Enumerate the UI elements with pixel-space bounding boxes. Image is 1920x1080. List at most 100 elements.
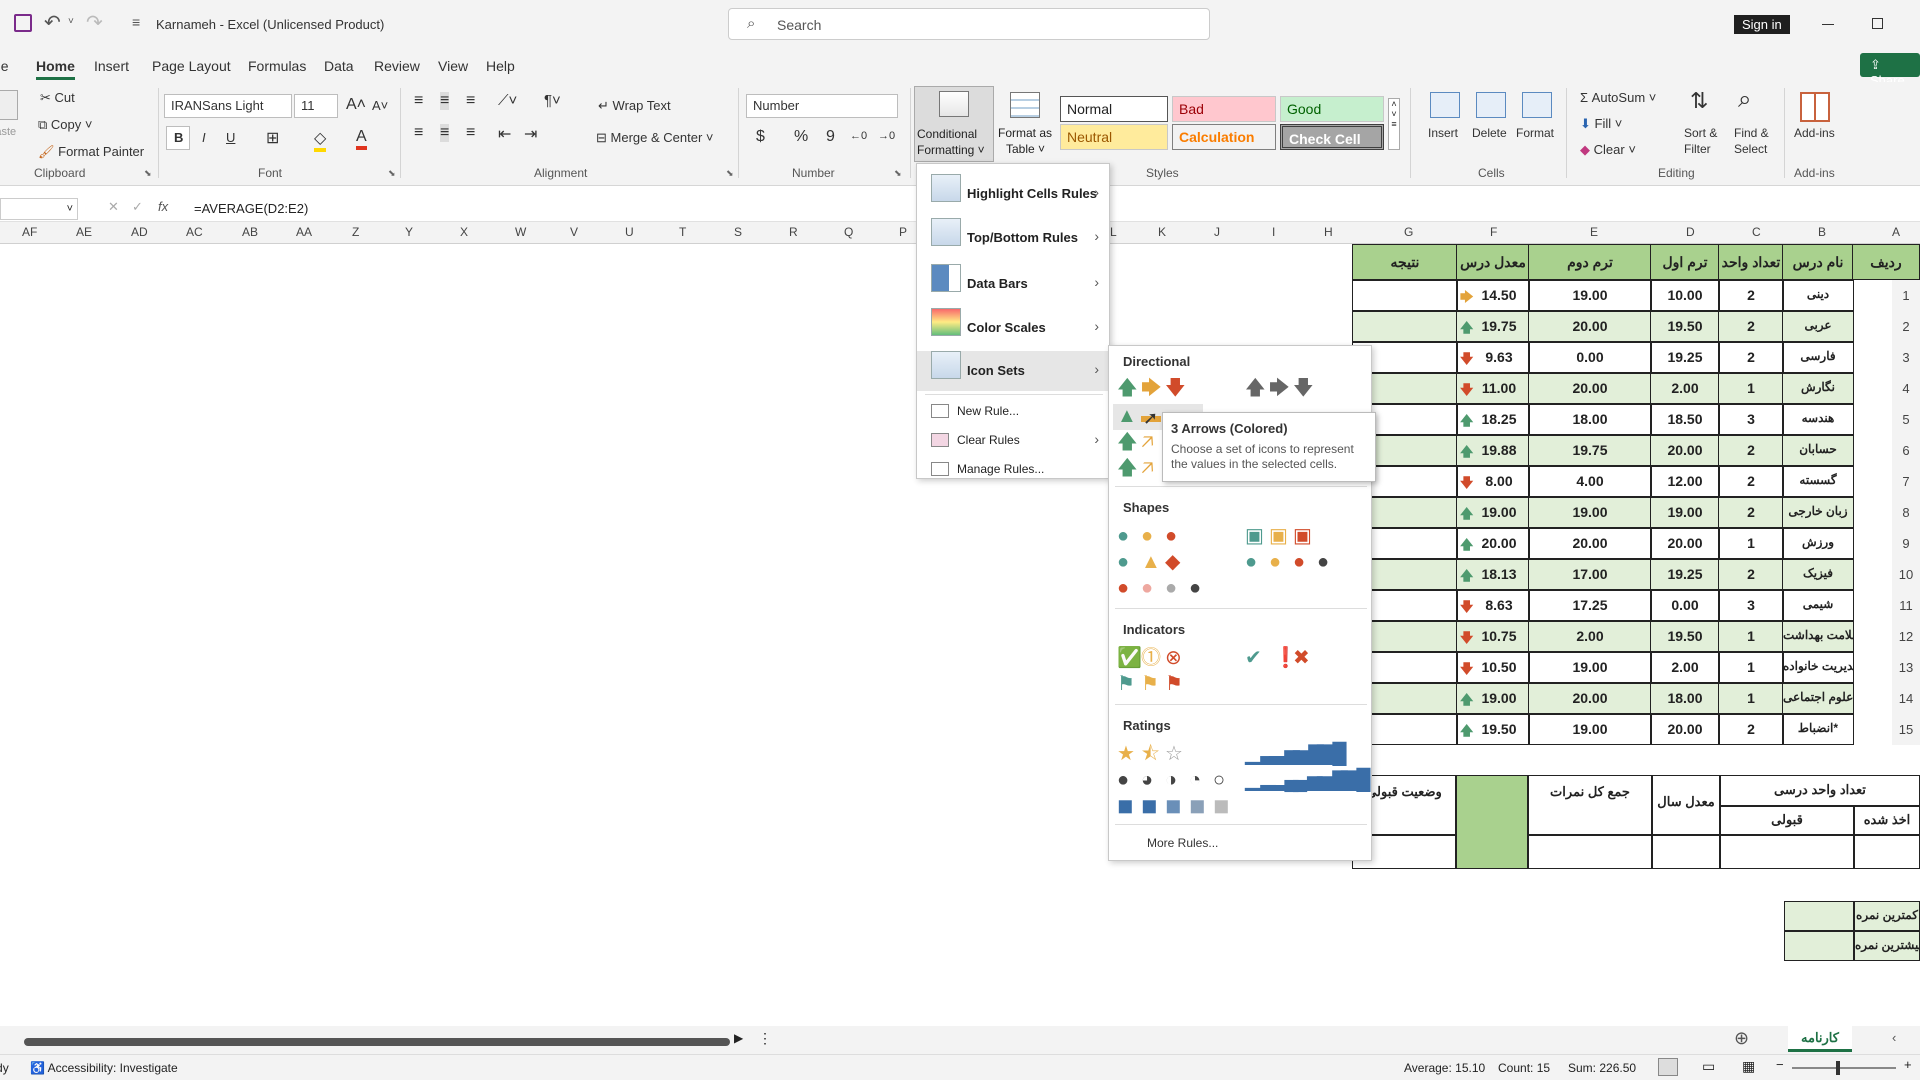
term2-cell[interactable]: 0.00 — [1528, 342, 1652, 373]
undo-icon[interactable]: ↶ — [44, 10, 61, 35]
redo-icon[interactable]: ↷ — [86, 10, 103, 35]
average-cell[interactable]: 🡅 19.75 — [1456, 311, 1530, 342]
term1-cell[interactable]: 19.25 — [1650, 342, 1720, 373]
total-label[interactable]: جمع کل نمرات — [1528, 775, 1652, 835]
column-header[interactable]: L — [1110, 225, 1117, 239]
style-calculation[interactable]: Calculation — [1172, 124, 1276, 150]
result-cell[interactable] — [1352, 280, 1458, 311]
more-rules-link[interactable]: More Rules... — [1147, 836, 1218, 850]
middle-align-icon[interactable]: ≡ — [440, 92, 450, 110]
insert-cells-button[interactable]: Insert — [1428, 126, 1458, 140]
row-number[interactable]: 3 — [1892, 342, 1920, 373]
tab-file[interactable]: File — [0, 58, 9, 74]
units-total-label[interactable]: تعداد واحد درسی — [1720, 775, 1920, 807]
add-sheet-icon[interactable]: ⊕ — [1734, 1028, 1749, 1049]
year-average-label[interactable]: معدل سال — [1652, 775, 1720, 835]
tab-view[interactable]: View — [438, 58, 468, 74]
accepted-value[interactable] — [1720, 835, 1854, 869]
course-name-cell[interactable]: فارسی — [1782, 342, 1854, 373]
average-cell[interactable]: 🡅 18.25 — [1456, 404, 1530, 435]
customize-qat-icon[interactable]: ≡ — [132, 14, 140, 30]
column-header[interactable]: R — [789, 225, 798, 239]
course-name-cell[interactable]: حسابان — [1782, 435, 1854, 466]
average-cell[interactable]: 🡇 11.00 — [1456, 373, 1530, 404]
zoom-out-icon[interactable]: − — [1776, 1057, 1784, 1072]
term2-cell[interactable]: 20.00 — [1528, 373, 1652, 404]
column-header[interactable]: AA — [296, 225, 312, 239]
zoom-in-icon[interactable]: + — [1904, 1057, 1912, 1072]
column-header[interactable]: T — [679, 225, 686, 239]
top-align-icon[interactable]: ≡ — [414, 92, 423, 110]
page-break-view-icon[interactable]: ▦ — [1742, 1058, 1755, 1075]
orientation-icon[interactable]: ⟋˅ — [498, 92, 517, 109]
term2-cell[interactable]: 18.00 — [1528, 404, 1652, 435]
increase-indent-icon[interactable]: ⇥ — [524, 124, 537, 144]
term1-cell[interactable]: 19.50 — [1650, 311, 1720, 342]
format-cells-icon[interactable] — [1522, 92, 1552, 118]
header-d[interactable]: ترم اول — [1650, 244, 1720, 280]
term2-cell[interactable]: 19.00 — [1528, 652, 1652, 683]
sort-filter-label-1[interactable]: Sort & — [1684, 126, 1717, 140]
term2-cell[interactable]: 4.00 — [1528, 466, 1652, 497]
style-neutral[interactable]: Neutral — [1060, 124, 1168, 150]
styles-scroll-icon[interactable]: ˄ ˅ ≡ — [1388, 98, 1400, 150]
column-header[interactable]: P — [899, 225, 907, 239]
column-header[interactable]: G — [1404, 225, 1413, 239]
style-check-cell[interactable]: Check Cell — [1280, 124, 1384, 150]
column-header[interactable]: I — [1272, 225, 1275, 239]
course-name-cell[interactable]: فیزیک — [1782, 559, 1854, 590]
increase-decimal-icon[interactable]: ←0 — [850, 130, 867, 142]
menu-manage-rules[interactable]: Manage Rules... — [917, 456, 1109, 482]
term1-cell[interactable]: 12.00 — [1650, 466, 1720, 497]
min-label[interactable]: کمترین نمره — [1854, 901, 1920, 931]
tab-data[interactable]: Data — [324, 58, 354, 74]
clear-button[interactable]: ◆ Clear ˅ — [1580, 142, 1636, 158]
row-number[interactable]: 2 — [1892, 311, 1920, 342]
conditional-formatting-button[interactable]: Conditional Formatting ˅ — [914, 86, 994, 162]
bold-button[interactable]: B — [166, 126, 190, 150]
column-header[interactable]: Q — [844, 225, 853, 239]
row-number[interactable]: 12 — [1892, 621, 1920, 652]
course-name-cell[interactable]: مدیریت خانواده — [1782, 652, 1854, 683]
column-header[interactable]: AF — [22, 225, 37, 239]
term1-cell[interactable]: 0.00 — [1650, 590, 1720, 621]
header-c[interactable]: تعداد واحد — [1718, 244, 1784, 280]
column-header[interactable]: Y — [405, 225, 413, 239]
term1-cell[interactable]: 19.25 — [1650, 559, 1720, 590]
units-cell[interactable]: 2 — [1718, 435, 1784, 466]
add-ins-icon[interactable] — [1800, 92, 1830, 122]
sheet-tab-karnameh[interactable]: کارنامه — [1788, 1026, 1852, 1052]
font-color-icon[interactable]: A — [356, 128, 367, 150]
term1-cell[interactable]: 2.00 — [1650, 652, 1720, 683]
undo-dropdown-icon[interactable]: ˅ — [68, 16, 74, 27]
term2-cell[interactable]: 2.00 — [1528, 621, 1652, 652]
font-size-dropdown[interactable]: 11 — [294, 94, 338, 118]
align-left-icon[interactable]: ≡ — [414, 124, 423, 142]
course-name-cell[interactable]: گسسته — [1782, 466, 1854, 497]
term1-cell[interactable]: 20.00 — [1650, 714, 1720, 745]
course-name-cell[interactable]: شیمی — [1782, 590, 1854, 621]
taken-label[interactable]: اخذ شده — [1854, 805, 1920, 835]
restore-icon[interactable] — [1872, 18, 1883, 29]
term2-cell[interactable]: 20.00 — [1528, 311, 1652, 342]
count-status[interactable]: Count: 15 — [1498, 1061, 1550, 1075]
units-cell[interactable]: 2 — [1718, 342, 1784, 373]
share-button[interactable]: ⇪ Share — [1860, 53, 1920, 88]
course-name-cell[interactable]: دینی — [1782, 280, 1854, 311]
column-header[interactable]: H — [1324, 225, 1333, 239]
units-cell[interactable]: 1 — [1718, 621, 1784, 652]
units-cell[interactable]: 2 — [1718, 466, 1784, 497]
enter-icon[interactable]: ✓ — [132, 199, 143, 215]
row-number[interactable]: 7 — [1892, 466, 1920, 497]
course-name-cell[interactable]: انضباط* — [1782, 714, 1854, 745]
number-format-dropdown[interactable]: Number — [746, 94, 898, 118]
rtl-icon[interactable]: ¶˅ — [544, 92, 561, 109]
more-options-icon[interactable]: ⋮ — [758, 1030, 772, 1047]
page-layout-view-icon[interactable]: ▭ — [1702, 1058, 1715, 1075]
row-number[interactable]: 15 — [1892, 714, 1920, 745]
merge-center-button[interactable]: ⊟ Merge & Center ˅ — [596, 130, 714, 146]
borders-icon[interactable]: ⊞ — [266, 128, 279, 148]
format-as-table-button[interactable]: Format as Table ˅ — [996, 86, 1058, 162]
zoom-slider[interactable] — [1792, 1061, 1896, 1075]
column-header[interactable]: J — [1214, 225, 1220, 239]
